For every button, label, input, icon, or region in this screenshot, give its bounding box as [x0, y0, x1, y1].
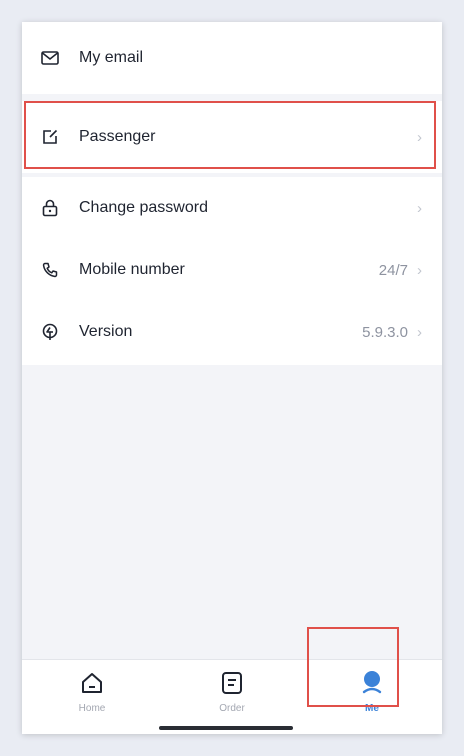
app-version-value: 5.9.3.0	[362, 323, 408, 341]
passenger-highlight-box	[24, 101, 436, 169]
settings-group-account: Change password › Mobile number 24/7 › V…	[22, 177, 442, 365]
tab-order[interactable]: Order	[162, 660, 302, 734]
tab-label: Home	[78, 703, 106, 714]
lock-icon	[39, 197, 61, 219]
home-indicator	[159, 726, 293, 730]
phone-icon	[39, 259, 61, 281]
settings-row-version[interactable]: Version 5.9.3.0 ›	[22, 301, 442, 363]
chevron-right-icon: ›	[417, 199, 422, 217]
settings-row-mobile-number[interactable]: Mobile number 24/7 ›	[22, 239, 442, 301]
settings-row-my-email[interactable]: My email	[22, 22, 442, 94]
settings-row-label: Change password	[79, 199, 208, 216]
settings-row-change-password[interactable]: Change password ›	[22, 177, 442, 239]
chevron-right-icon: ›	[417, 323, 422, 341]
settings-row-label: Mobile number	[79, 261, 185, 278]
home-icon	[79, 670, 105, 696]
settings-row-label: Version	[79, 323, 133, 340]
support-hours-value: 24/7	[378, 261, 408, 279]
settings-row-label: My email	[79, 49, 144, 66]
version-icon	[39, 321, 61, 343]
chevron-right-icon: ›	[417, 261, 422, 279]
tab-label: Order	[219, 703, 245, 714]
tab-home[interactable]: Home	[22, 660, 162, 734]
me-tab-highlight-box	[307, 627, 399, 707]
order-icon	[219, 670, 245, 696]
mail-icon	[39, 47, 61, 69]
settings-group-email: My email	[22, 22, 442, 94]
